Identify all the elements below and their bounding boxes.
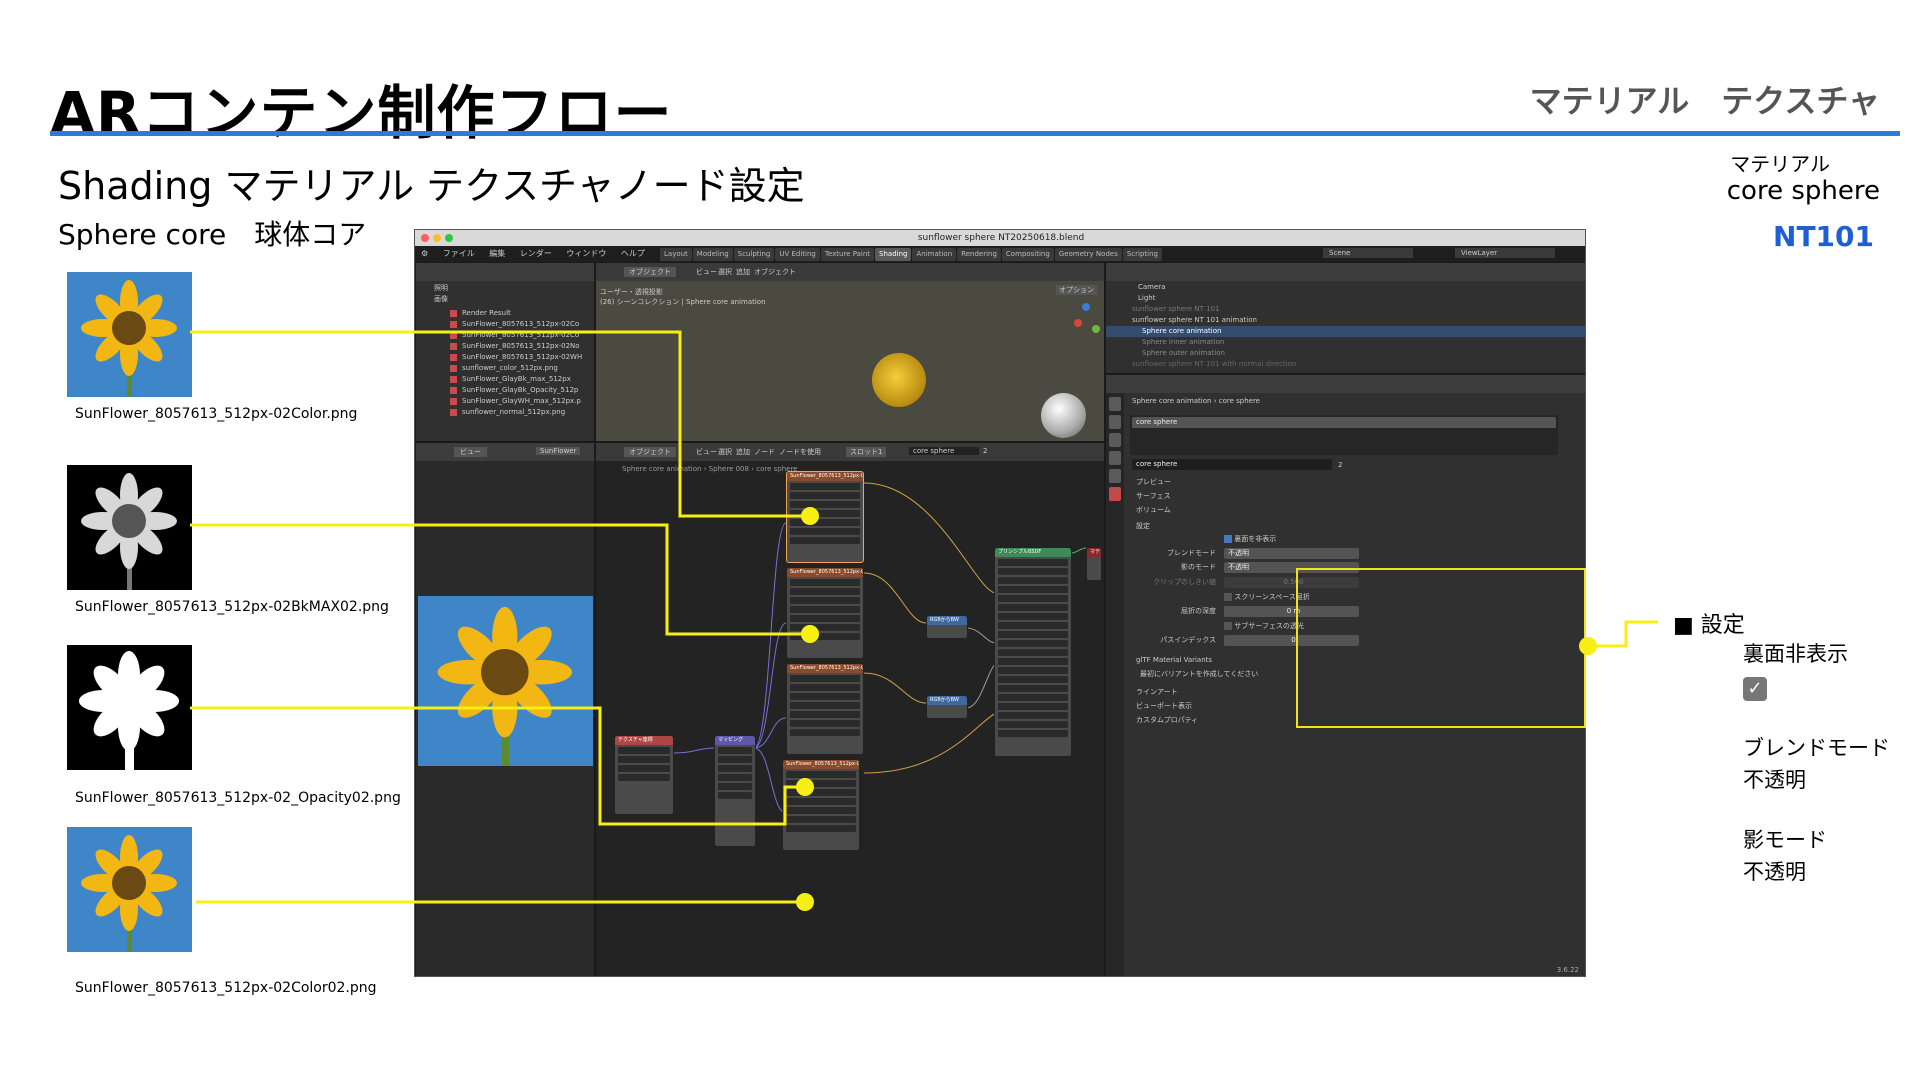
checked-checkbox-icon: ✓ (1743, 677, 1767, 701)
annotation-backface: 裏面非表示 (1743, 642, 1848, 666)
callout-dot (796, 778, 814, 796)
callout-dot (801, 507, 819, 525)
callout-line-bw (190, 523, 805, 636)
callout-line-color (190, 330, 805, 518)
annotation-title: ■ 設定 (1673, 613, 1745, 638)
callout-dot (796, 893, 814, 911)
callout-lines (190, 330, 1658, 904)
callout-dot (801, 625, 819, 643)
annotation-shadow-value: 不透明 (1743, 860, 1806, 884)
callout-line-settings (1588, 620, 1658, 648)
callout-dot (1579, 637, 1597, 655)
annotation-shadow-label: 影モード (1743, 828, 1827, 852)
annotation-blend-value: 不透明 (1743, 768, 1806, 792)
annotation-blend-label: ブレンドモード (1743, 736, 1890, 760)
callout-line-opacity (190, 706, 805, 826)
